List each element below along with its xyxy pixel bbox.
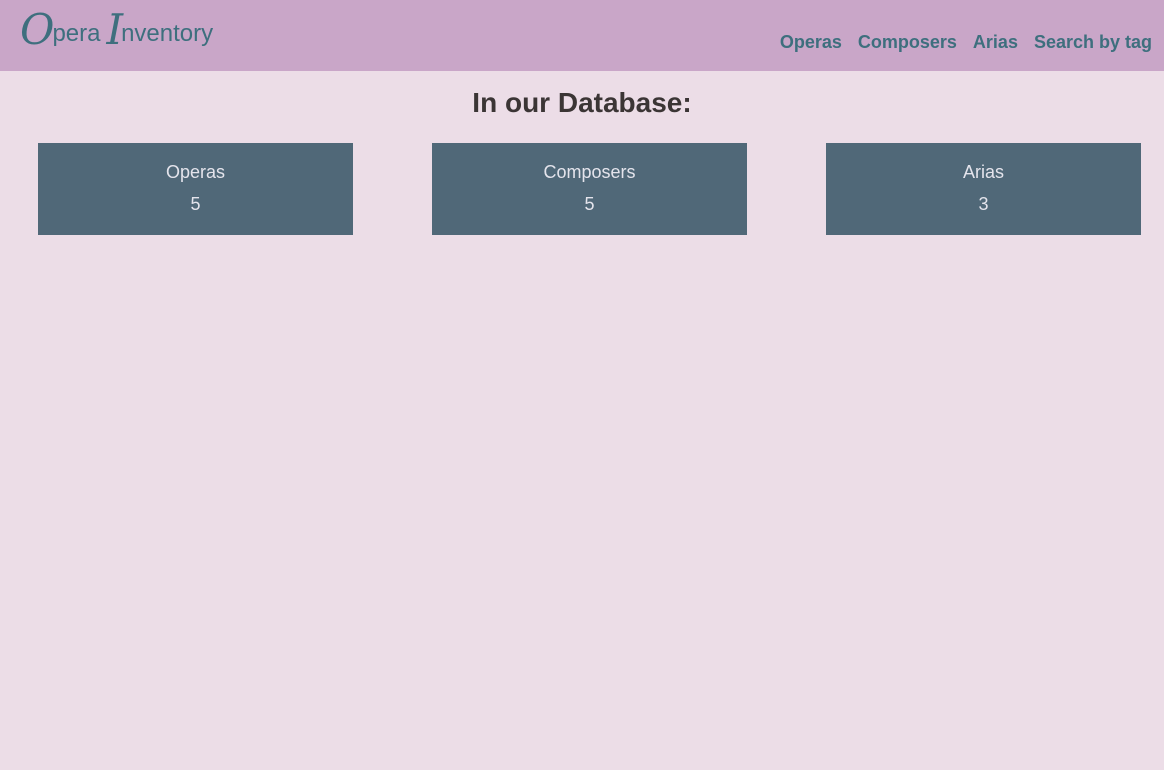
nav-link-search-by-tag[interactable]: Search by tag	[1034, 30, 1152, 54]
stat-card-operas[interactable]: Operas 5	[38, 143, 353, 235]
stats-cards: Operas 5 Composers 5 Arias 3	[38, 143, 1141, 235]
brand-second-word-rest: nventory	[121, 20, 214, 47]
brand-first-word-rest: pera	[52, 20, 101, 47]
nav-links: Operas Composers Arias Search by tag	[780, 30, 1152, 54]
stat-card-label: Operas	[165, 162, 226, 182]
nav-link-arias[interactable]: Arias	[973, 30, 1018, 54]
stat-card-label: Composers	[543, 162, 636, 182]
stat-card-count: 5	[190, 194, 201, 214]
brand-second-initial: I	[106, 5, 123, 54]
brand-first-initial: O	[20, 5, 54, 54]
stat-card-arias[interactable]: Arias 3	[826, 143, 1141, 235]
nav-link-operas[interactable]: Operas	[780, 30, 842, 54]
navbar: Opera Inventory Operas Composers Arias Se…	[0, 0, 1164, 71]
stat-card-label: Arias	[962, 162, 1004, 182]
stat-card-count: 3	[978, 194, 989, 214]
stat-card-composers[interactable]: Composers 5	[432, 143, 747, 235]
page-title: In our Database:	[472, 87, 692, 118]
nav-link-composers[interactable]: Composers	[858, 30, 957, 54]
stat-card-count: 5	[584, 194, 595, 214]
brand-logo[interactable]: Opera Inventory	[20, 9, 214, 54]
